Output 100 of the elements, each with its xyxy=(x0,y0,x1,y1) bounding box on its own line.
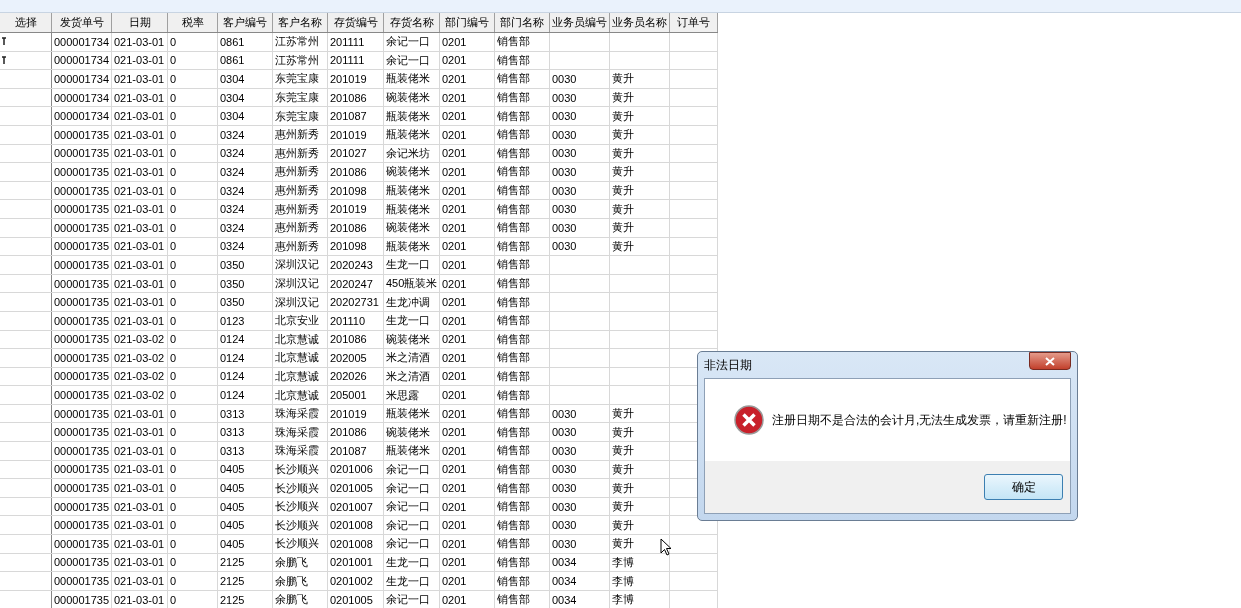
table-cell: 0030 xyxy=(552,407,577,420)
table-cell: 0201 xyxy=(442,426,467,439)
table-cell: 余鹏飞 xyxy=(275,554,308,570)
table-cell: 0201 xyxy=(442,314,467,327)
table-cell: 黄升 xyxy=(612,461,634,477)
table-cell: 021-03-01 xyxy=(114,482,165,495)
table-cell: 021-03-01 xyxy=(114,519,165,532)
table-cell: 0201 xyxy=(442,203,467,216)
table-cell: 021-03-01 xyxy=(114,444,165,457)
table-cell: 瓶装佬米 xyxy=(386,238,430,254)
table-cell: 201086 xyxy=(330,91,367,104)
table-cell: 0201 xyxy=(442,110,467,123)
table-cell: 惠州新秀 xyxy=(275,164,319,180)
column-header[interactable]: 部门名称 xyxy=(495,13,550,32)
table-cell: 黄升 xyxy=(612,164,634,180)
table-cell: 惠州新秀 xyxy=(275,145,319,161)
close-button[interactable] xyxy=(1029,352,1071,370)
table-cell: 珠海采霞 xyxy=(275,406,319,422)
table-cell: 深圳汉记 xyxy=(275,257,319,273)
table-cell: 0201 xyxy=(442,333,467,346)
table-cell: 021-03-01 xyxy=(114,537,165,550)
table-cell: 销售部 xyxy=(497,220,530,236)
table-cell: 0030 xyxy=(552,519,577,532)
table-cell: 205001 xyxy=(330,389,367,402)
table-cell: 0030 xyxy=(552,463,577,476)
column-header[interactable]: 订单号 xyxy=(670,13,718,32)
table-cell: 0 xyxy=(170,147,177,160)
table-cell: 李博 xyxy=(612,573,634,589)
selection-cell[interactable] xyxy=(0,51,52,70)
table-cell: 0324 xyxy=(220,128,245,141)
selection-cell[interactable] xyxy=(0,33,52,51)
column-header[interactable]: 部门编号 xyxy=(440,13,495,32)
table-cell: 长沙顺兴 xyxy=(275,480,319,496)
table-cell: 0030 xyxy=(552,165,577,178)
table-cell: 0201 xyxy=(442,128,467,141)
table-cell: 黄升 xyxy=(612,443,634,459)
column-header[interactable]: 业务员名称 xyxy=(610,13,670,32)
column-header[interactable]: 客户名称 xyxy=(273,13,328,32)
table-cell: 021-03-01 xyxy=(114,277,165,290)
table-cell: 021-03-02 xyxy=(114,370,165,383)
table-cell: 021-03-01 xyxy=(114,296,165,309)
table-cell: 000001735 xyxy=(54,389,110,402)
table-cell: 201086 xyxy=(330,333,367,346)
table-cell: 0324 xyxy=(220,165,245,178)
table-cell: 0201 xyxy=(442,277,467,290)
column-header[interactable]: 业务员编号 xyxy=(550,13,610,32)
table-cell: 0405 xyxy=(220,500,245,513)
table-cell: 202026 xyxy=(330,370,367,383)
table-cell: 0201 xyxy=(442,593,467,606)
table-cell: 0201 xyxy=(442,351,467,364)
table-cell: 销售部 xyxy=(497,406,530,422)
table-cell: 0030 xyxy=(552,110,577,123)
column-header[interactable]: 发货单号 xyxy=(52,13,112,32)
table-cell: 0201 xyxy=(442,240,467,253)
table-cell: 销售部 xyxy=(497,369,530,384)
table-cell: 021-03-01 xyxy=(114,91,165,104)
table-cell: 000001735 xyxy=(54,463,110,476)
table-cell: 000001735 xyxy=(54,575,110,587)
table-cell: 销售部 xyxy=(497,127,530,143)
mouse-pointer-icon xyxy=(660,538,672,556)
table-cell: 0201005 xyxy=(330,593,373,606)
table-cell: 0030 xyxy=(552,426,577,439)
table-cell: 销售部 xyxy=(497,201,530,217)
table-cell: 北京慧诚 xyxy=(275,331,319,347)
table-cell: 0030 xyxy=(552,500,577,513)
table-cell: 瓶装佬米 xyxy=(386,127,430,143)
table-cell: 021-03-01 xyxy=(114,184,165,197)
table-cell: 000001735 xyxy=(54,351,110,364)
column-header[interactable]: 选择 xyxy=(0,13,52,32)
column-header[interactable]: 存货编号 xyxy=(328,13,384,32)
table-cell: 0030 xyxy=(552,537,577,550)
table-cell: 0201 xyxy=(442,407,467,420)
table-cell: 000001735 xyxy=(54,184,110,197)
table-cell: 0030 xyxy=(552,128,577,141)
column-header[interactable]: 存货名称 xyxy=(384,13,440,32)
column-header[interactable]: 日期 xyxy=(112,13,168,32)
table-cell: 021-03-02 xyxy=(114,333,165,346)
table-cell: 深圳汉记 xyxy=(275,276,319,291)
table-cell: 0030 xyxy=(552,221,577,234)
table-cell: 0030 xyxy=(552,482,577,495)
table-cell: 0201 xyxy=(442,500,467,513)
table-cell: 碗装佬米 xyxy=(386,331,430,347)
table-cell: 000001735 xyxy=(54,593,110,606)
table-cell: 0201 xyxy=(442,519,467,532)
table-cell: 0201 xyxy=(442,444,467,457)
table-cell: 021-03-01 xyxy=(114,500,165,513)
table-cell: 米思露 xyxy=(386,387,419,403)
column-header[interactable]: 客户编号 xyxy=(218,13,273,32)
table-cell: 0 xyxy=(170,482,177,495)
table-cell: 黄升 xyxy=(612,201,634,217)
table-cell: 0201005 xyxy=(330,482,373,495)
ok-button[interactable]: 确定 xyxy=(984,474,1063,500)
column-header[interactable]: 税率 xyxy=(168,13,218,32)
table-cell: 生龙一口 xyxy=(386,554,430,570)
table-cell: 余鹏飞 xyxy=(275,573,308,589)
table-cell: 0201 xyxy=(442,482,467,495)
table-cell: 销售部 xyxy=(497,331,530,347)
table-cell: 000001735 xyxy=(54,258,110,271)
table-cell: 000001735 xyxy=(54,333,110,346)
table-cell: 0 xyxy=(170,240,177,253)
